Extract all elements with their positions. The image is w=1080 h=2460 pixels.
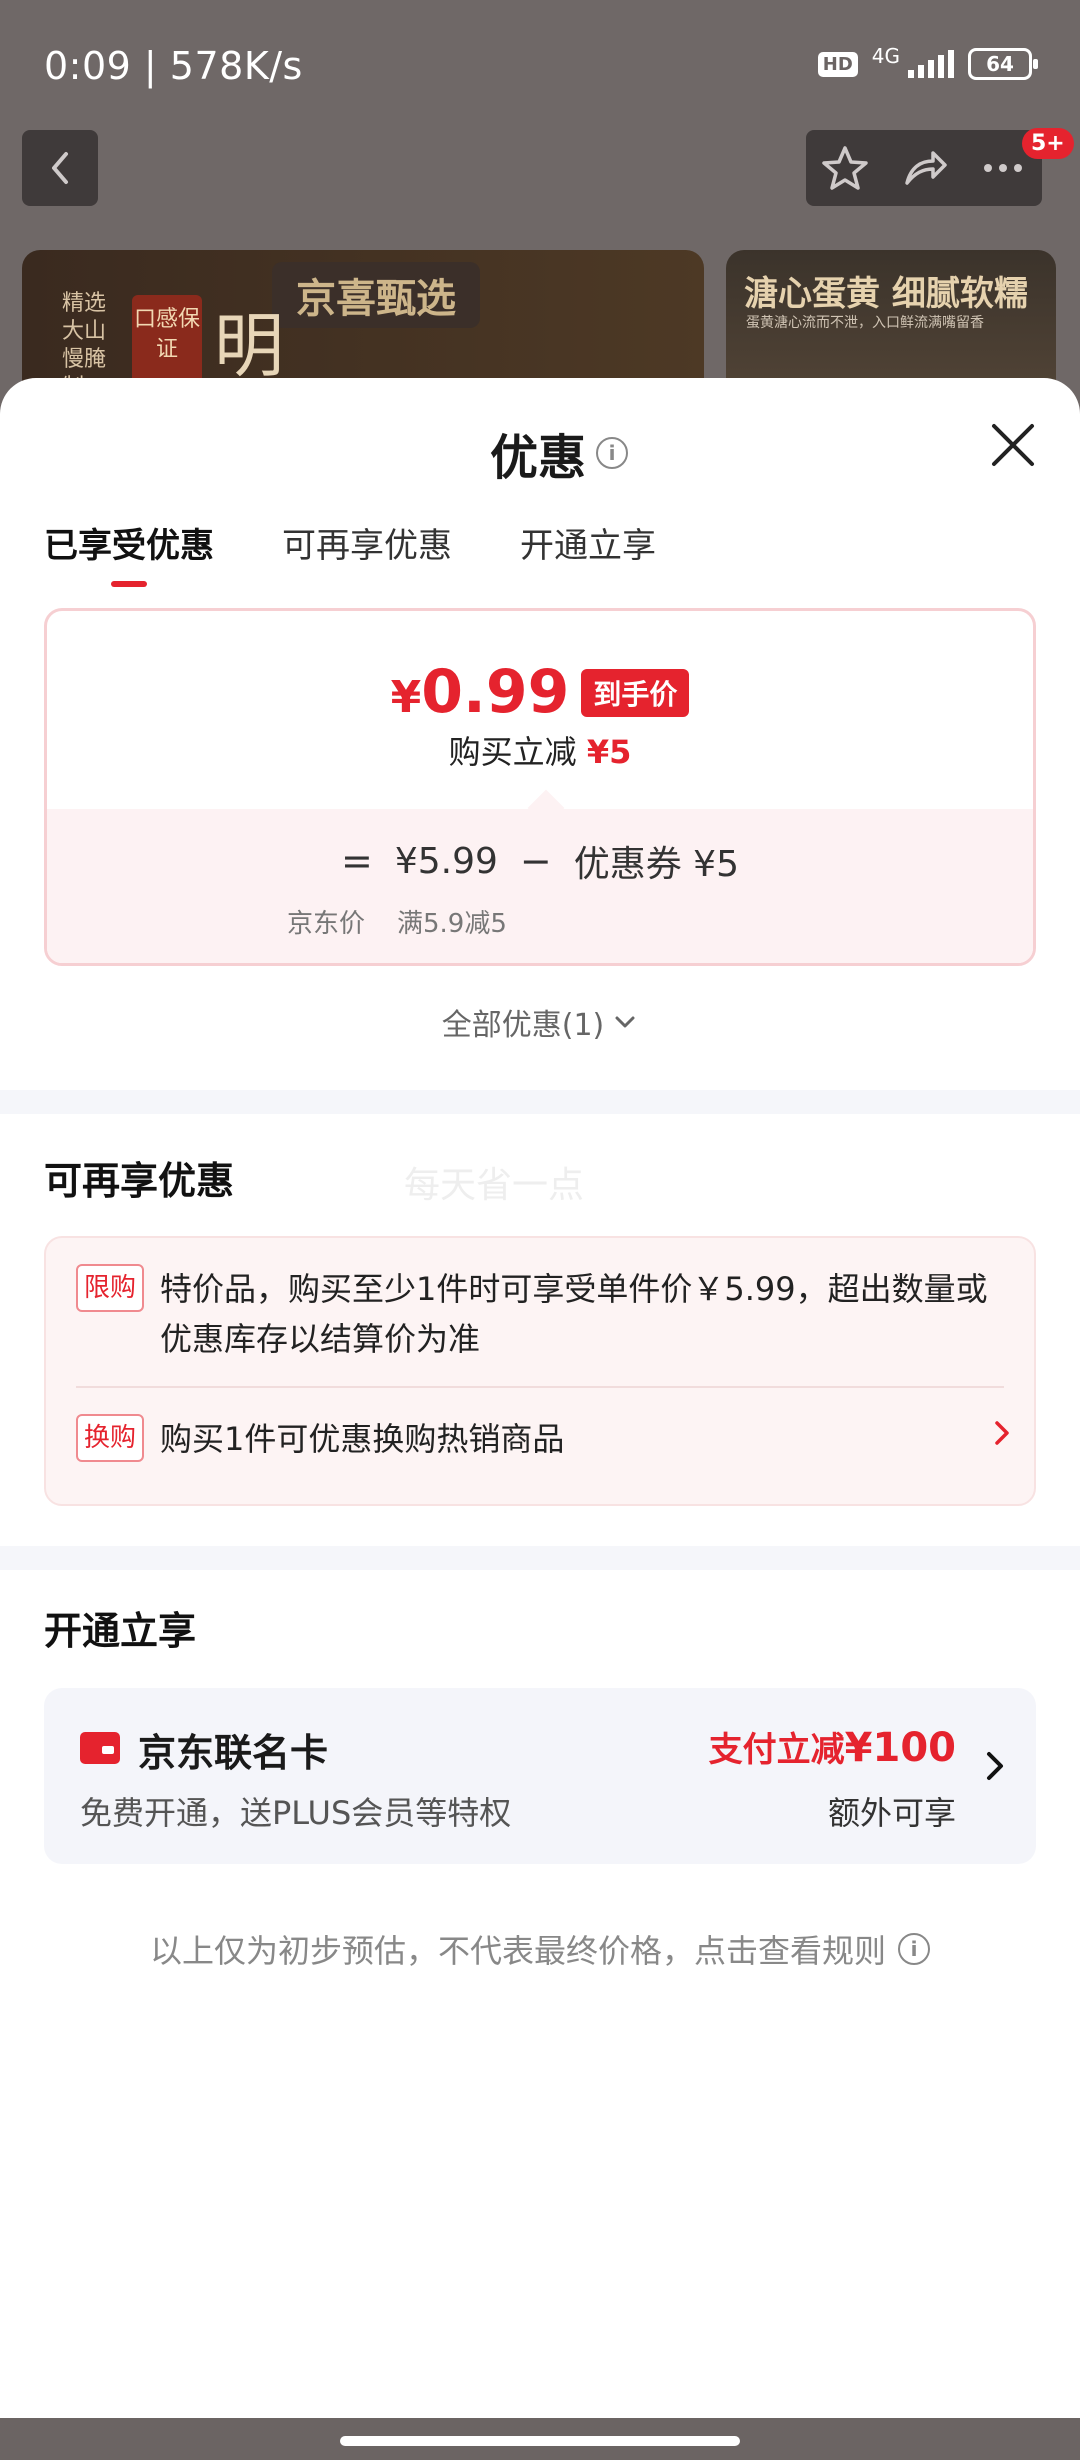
home-indicator[interactable] [340, 2436, 740, 2446]
limit-tag: 限购 [76, 1264, 145, 1312]
tab-enjoyed[interactable]: 已享受优惠 [44, 518, 214, 587]
final-price: ¥0.99 [390, 657, 570, 727]
signal-icon [908, 50, 954, 78]
limit-text: 特价品，购买至少1件时可享受单件价￥5.99，超出数量或优惠库存以结算价为准 [160, 1270, 988, 1358]
cobrand-card-offer[interactable]: 京东联名卡 免费开通，送PLUS会员等特权 支付立减¥100 额外可享 [44, 1688, 1036, 1864]
chevron-right-icon [987, 1752, 1003, 1780]
more-icon[interactable] [978, 143, 1028, 193]
price-breakdown: = ¥5.99 − 优惠券 ¥5 京东价 满5.9减5 [47, 809, 1033, 963]
row-divider [76, 1386, 1004, 1388]
hd-icon: HD [817, 51, 858, 77]
section-divider-2 [0, 1546, 1080, 1570]
chevron-down-icon [615, 1016, 635, 1028]
chevron-right-icon[interactable] [990, 1416, 1014, 1450]
share-icon[interactable] [899, 143, 949, 193]
back-icon [52, 152, 68, 184]
card-promo: 支付立减¥100 [708, 1725, 956, 1771]
banner-glyph: 明 [214, 305, 284, 387]
close-icon[interactable] [986, 418, 1040, 472]
info-icon: i [898, 1933, 930, 1965]
battery-icon: 64 [968, 48, 1038, 80]
disclaimer[interactable]: 以上仅为初步预估，不代表最终价格，点击查看规则 i [0, 1926, 1080, 1972]
open-section-title: 开通立享 [44, 1609, 197, 1653]
nav-actions [806, 130, 1042, 206]
sheet-title: 优惠 [490, 430, 587, 486]
star-icon[interactable] [820, 143, 870, 193]
equals-sign: = [340, 839, 373, 883]
final-price-row: ¥0.99 到手价 [47, 657, 1033, 727]
tab-more[interactable]: 可再享优惠 [282, 518, 452, 587]
coupon-label: 满5.9减5 [397, 909, 507, 939]
jd-price-label: 京东价 [287, 909, 366, 939]
tab-bar: 已享受优惠 可再享优惠 开通立享 [44, 518, 656, 587]
final-price-tag: 到手价 [581, 669, 690, 717]
price-card: ¥0.99 到手价 购买立减 ¥5 = ¥5.99 − 优惠券 ¥5 京东价 满… [44, 608, 1036, 966]
banner-stamp: 口感保证 [132, 295, 202, 385]
disclaimer-text: 以上仅为初步预估，不代表最终价格，点击查看规则 [149, 1932, 886, 1970]
sheet-title-wrap: 优惠 i [490, 418, 629, 488]
card-desc: 免费开通，送PLUS会员等特权 [80, 1794, 512, 1832]
discount-sheet: 优惠 i 已享受优惠 可再享优惠 开通立享 ¥0.99 到手价 购买立减 ¥5 … [0, 378, 1080, 2460]
tab-open[interactable]: 开通立享 [520, 518, 656, 587]
jd-price: ¥5.99 [394, 840, 498, 882]
instant-discount: 购买立减 ¥5 [448, 733, 632, 771]
calc-row: = ¥5.99 − 优惠券 ¥5 [47, 835, 1033, 887]
sheet-header: 优惠 i [0, 378, 1080, 498]
card-name: 京东联名卡 [138, 1731, 329, 1775]
banner2-sub: 蛋黄溏心流而不泄，入口鲜流满嘴留香 [746, 315, 984, 331]
more-discount-card: 限购 特价品，购买至少1件时可享受单件价￥5.99，超出数量或优惠库存以结算价为… [44, 1236, 1036, 1506]
notification-badge: 5+ [1022, 128, 1074, 159]
banner2-title: 溏心蛋黄 细腻软糯 [744, 274, 1028, 314]
network-type: 4G [871, 44, 900, 68]
exchange-text: 购买1件可优惠换购热销商品 [160, 1420, 565, 1458]
card-icon [80, 1732, 120, 1764]
minus-sign: − [519, 839, 552, 883]
info-icon[interactable]: i [596, 437, 629, 469]
back-button[interactable] [22, 130, 98, 206]
status-icons: HD 4G 64 [817, 44, 1038, 80]
watermark-text: 每天省一点 [404, 1165, 585, 1206]
more-section-title: 可再享优惠 [44, 1159, 235, 1203]
list-item-limit: 限购 特价品，购买至少1件时可享受单件价￥5.99，超出数量或优惠库存以结算价为… [76, 1264, 1004, 1364]
all-discounts-toggle[interactable]: 全部优惠(1) [0, 1000, 1080, 1044]
list-item-exchange[interactable]: 换购 购买1件可优惠换购热销商品 [76, 1414, 1004, 1464]
banner-title: 京喜甄选 [272, 262, 480, 328]
status-time: 0:09 | 578K/s [44, 44, 303, 88]
card-extra: 额外可享 [827, 1794, 956, 1832]
status-bar: 0:09 | 578K/s HD 4G 64 [0, 0, 1080, 130]
price-top: ¥0.99 到手价 购买立减 ¥5 [47, 611, 1033, 811]
all-discounts-label: 全部优惠(1) [441, 1008, 605, 1043]
coupon-value: 优惠券 ¥5 [573, 844, 739, 885]
section-divider [0, 1090, 1080, 1114]
exchange-tag: 换购 [76, 1414, 145, 1462]
